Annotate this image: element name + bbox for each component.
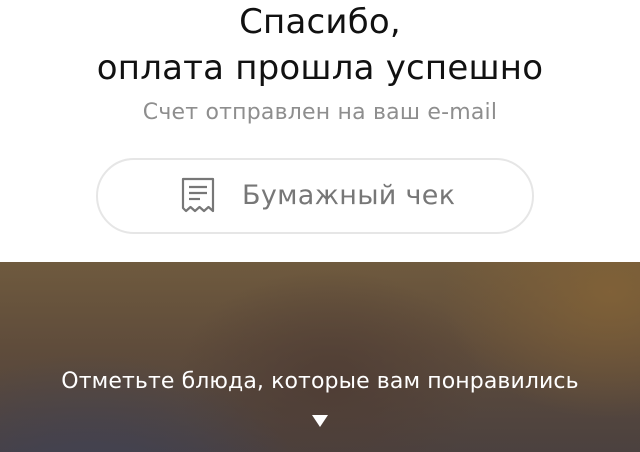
paper-receipt-label: Бумажный чек: [242, 180, 456, 211]
zigzag-divider: [0, 254, 640, 262]
receipt-icon: [181, 177, 215, 213]
page-title-line-2: оплата прошла успешно: [96, 48, 544, 88]
payment-success-panel: Спасибо, оплата прошла успешно Счет отпр…: [0, 0, 640, 262]
triangle-down-icon[interactable]: [312, 415, 328, 427]
rate-dishes-prompt: Отметьте блюда, которые вам понравились: [61, 369, 579, 394]
email-sent-subtitle: Счет отправлен на ваш e-mail: [142, 100, 498, 125]
page-title-line-1: Спасибо,: [239, 2, 401, 42]
paper-receipt-button[interactable]: Бумажный чек: [96, 158, 534, 234]
